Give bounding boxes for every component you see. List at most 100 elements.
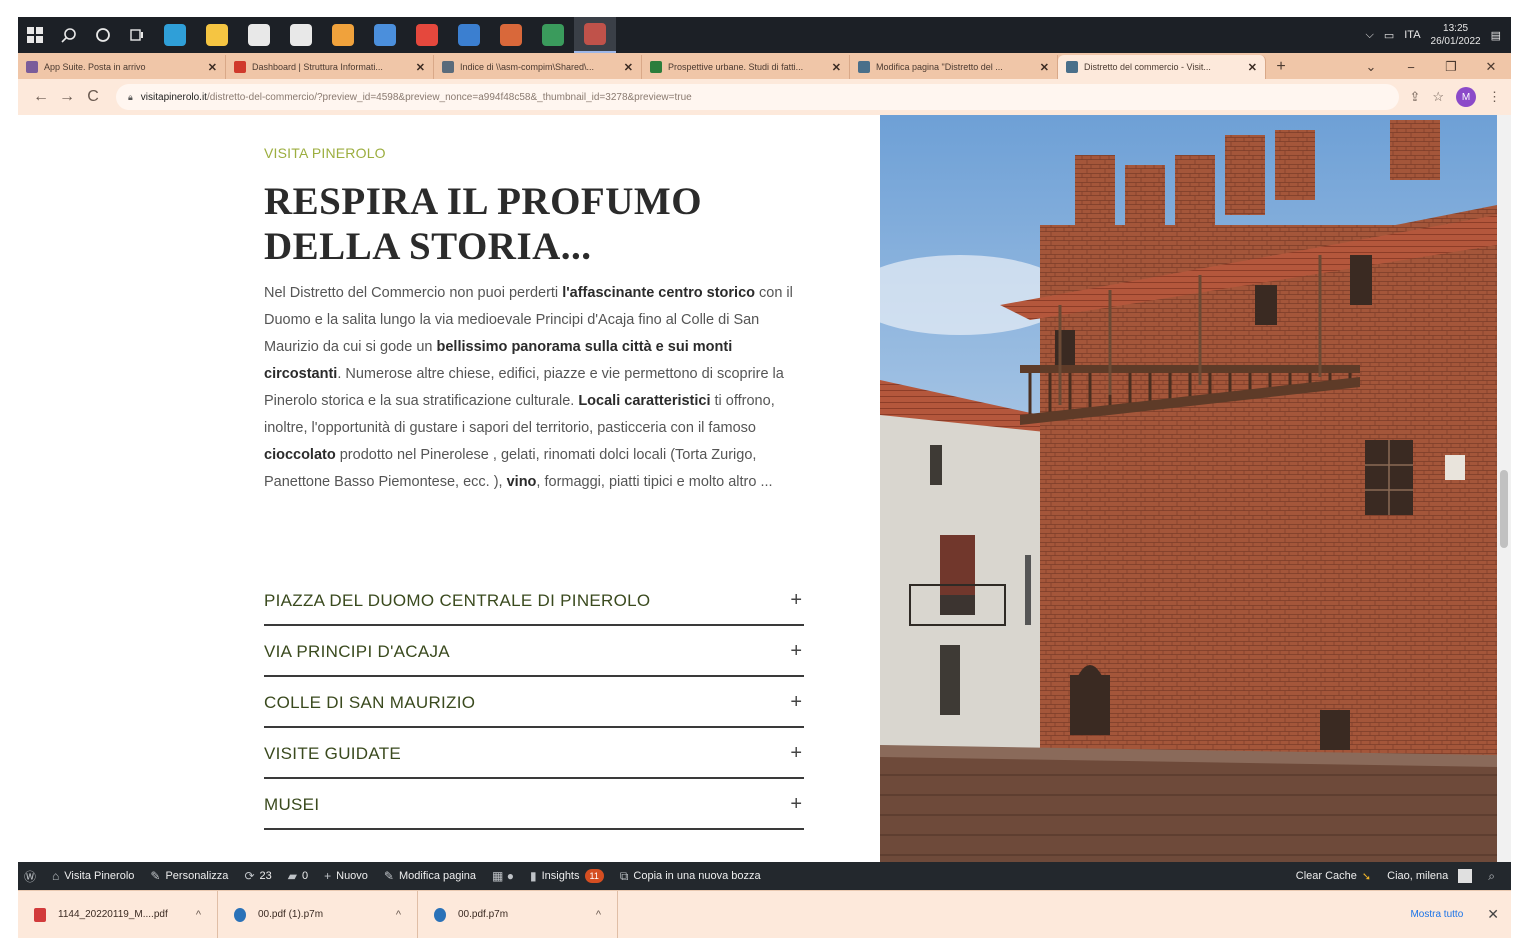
tab-favicon <box>234 61 246 73</box>
url-host: visitapinerolo.it <box>140 91 207 103</box>
plus-icon[interactable]: + <box>790 589 804 612</box>
clear-cache-link[interactable]: Clear Cache ➘ <box>1296 870 1371 883</box>
calculator-glyph <box>374 24 396 46</box>
body-highlight: l'affascinante centro storico <box>562 285 755 301</box>
tab-label: App Suite. Posta in arrivo <box>44 62 146 72</box>
close-tab-icon[interactable]: ✕ <box>1040 61 1049 74</box>
accordion-item-musei[interactable]: MUSEI + <box>264 779 804 830</box>
back-icon[interactable]: ← <box>28 88 54 106</box>
accordion-item-visite-guidate[interactable]: VISITE GUIDATE + <box>264 728 804 779</box>
site-name-link[interactable]: ⌂ Visita Pinerolo <box>52 869 134 883</box>
tab-5-active[interactable]: Distretto del commercio - Visit... ✕ <box>1058 55 1266 79</box>
download-item[interactable]: 1144_20220119_M....pdf ^ <box>18 890 218 938</box>
edit-page-link[interactable]: ✎ Modifica pagina <box>384 869 476 883</box>
chrome-app-icon[interactable] <box>406 17 448 53</box>
plus-icon[interactable]: + <box>790 793 804 816</box>
reload-icon[interactable]: C <box>80 88 106 106</box>
tab-2[interactable]: Indice di \\asm-compim\Shared\... ✕ <box>434 55 642 79</box>
address-bar[interactable]: 🔒︎ visitapinerolo.it/distretto-del-comme… <box>116 84 1400 110</box>
bar-chart-icon: ▮ <box>529 869 537 883</box>
chevron-up-icon[interactable]: ^ <box>396 909 401 921</box>
page-scrollbar[interactable] <box>1497 115 1511 862</box>
chrome-profile-app-icon[interactable] <box>574 17 616 53</box>
dashboard-icon: ⌂ <box>52 869 60 883</box>
close-tab-icon[interactable]: ✕ <box>416 61 425 74</box>
accordion-item-via-principi[interactable]: VIA PRINCIPI D'ACAJA + <box>264 626 804 677</box>
store-glyph <box>248 24 270 46</box>
chevron-up-icon[interactable]: ^ <box>596 909 601 921</box>
avatar <box>1458 869 1473 883</box>
close-icon[interactable]: ✕ <box>1487 906 1499 923</box>
file-explorer-app-icon[interactable] <box>196 17 238 53</box>
close-tab-icon[interactable]: ✕ <box>1248 61 1257 74</box>
download-item[interactable]: 00.pdf (1).p7m ^ <box>218 890 418 938</box>
comments-link[interactable]: ▰ 0 <box>288 869 308 883</box>
keyboard-language[interactable]: ITA <box>1404 29 1420 41</box>
tab-search-icon[interactable]: ⌄ <box>1351 59 1391 75</box>
close-tab-icon[interactable]: ✕ <box>832 61 841 74</box>
edit-label: Modifica pagina <box>398 870 477 882</box>
action-center-icon[interactable]: ▤ <box>1491 29 1501 42</box>
lock-icon[interactable]: 🔒︎ <box>128 92 133 103</box>
window-controls: ⌄ − ❐ ✕ <box>1351 55 1511 79</box>
clear-cache-label: Clear Cache <box>1295 870 1357 882</box>
close-tab-icon[interactable]: ✕ <box>208 61 217 74</box>
accordion-item-colle-san-maurizio[interactable]: COLLE DI SAN MAURIZIO + <box>264 677 804 728</box>
copy-icon: ⧉ <box>619 868 629 883</box>
tab-favicon <box>1066 61 1078 73</box>
body-run: Nel Distretto del Commercio non puoi per… <box>264 285 563 301</box>
plus-icon[interactable]: + <box>790 742 804 765</box>
media-glyph <box>332 24 354 46</box>
user-greeting-link[interactable]: Ciao, milena <box>1387 869 1473 883</box>
close-tab-icon[interactable]: ✕ <box>624 61 633 74</box>
chevron-up-icon[interactable]: ^ <box>196 909 201 921</box>
task-view-icon[interactable] <box>120 17 154 53</box>
excel-app-icon[interactable] <box>532 17 574 53</box>
file-explorer-glyph <box>206 24 228 46</box>
powerpoint-app-icon[interactable] <box>490 17 532 53</box>
show-all-downloads-link[interactable]: Mostra tutto <box>1410 909 1463 920</box>
wordpress-logo-icon[interactable]: Ⓦ <box>24 868 36 885</box>
notifications-icon[interactable]: ▭ <box>1384 29 1394 42</box>
profile-avatar[interactable]: M <box>1456 87 1476 107</box>
publisher-app-icon[interactable] <box>448 17 490 53</box>
maximize-icon[interactable]: ❐ <box>1431 59 1471 75</box>
share-icon[interactable]: ⇪ <box>1409 89 1420 105</box>
insights-link[interactable]: ▮ Insights 11 <box>530 869 604 883</box>
new-content-link[interactable]: + Nuovo <box>324 869 368 883</box>
plus-icon[interactable]: + <box>790 640 804 663</box>
download-item[interactable]: 00.pdf.p7m ^ <box>418 890 618 938</box>
clock[interactable]: 13:25 26/01/2022 <box>1431 22 1481 48</box>
scroll-thumb[interactable] <box>1500 470 1508 548</box>
store-app-icon[interactable] <box>238 17 280 53</box>
updates-link[interactable]: ⟳ 23 <box>244 869 271 883</box>
pencil-icon: ✎ <box>383 869 394 883</box>
edge-app-icon[interactable] <box>154 17 196 53</box>
mail-app-icon[interactable] <box>280 17 322 53</box>
plus-icon[interactable]: + <box>790 691 804 714</box>
search-icon[interactable]: ⌕ <box>1488 869 1495 884</box>
tab-1[interactable]: Dashboard | Struttura Informati... ✕ <box>226 55 434 79</box>
tab-label: Indice di \\asm-compim\Shared\... <box>460 62 595 72</box>
cortana-icon[interactable] <box>86 17 120 53</box>
search-icon[interactable] <box>52 17 86 53</box>
tab-3[interactable]: Prospettive urbane. Studi di fatti... ✕ <box>642 55 850 79</box>
minimize-icon[interactable]: − <box>1391 60 1431 75</box>
seo-icon[interactable]: ▦ ● <box>492 869 514 883</box>
tab-4[interactable]: Modifica pagina "Distretto del ... ✕ <box>850 55 1058 79</box>
close-window-icon[interactable]: ✕ <box>1471 59 1511 75</box>
new-tab-button[interactable]: + <box>1266 55 1296 79</box>
accordion-item-piazza-duomo[interactable]: PIAZZA DEL DUOMO CENTRALE DI PINEROLO + <box>264 575 804 626</box>
copy-draft-link[interactable]: ⧉ Copia in una nuova bozza <box>620 869 761 884</box>
calculator-app-icon[interactable] <box>364 17 406 53</box>
media-app-icon[interactable] <box>322 17 364 53</box>
windows-icon[interactable] <box>18 17 52 53</box>
tab-label: Distretto del commercio - Visit... <box>1084 62 1211 72</box>
tab-0[interactable]: App Suite. Posta in arrivo ✕ <box>18 55 226 79</box>
chevron-up-icon[interactable]: ⌵ <box>1365 29 1373 42</box>
customize-link[interactable]: ✎ Personalizza <box>150 869 228 883</box>
bookmark-star-icon[interactable]: ☆ <box>1432 89 1444 105</box>
menu-kebab-icon[interactable]: ⋮ <box>1488 89 1501 105</box>
forward-icon[interactable]: → <box>54 88 80 106</box>
pdf-file-icon <box>34 907 46 922</box>
